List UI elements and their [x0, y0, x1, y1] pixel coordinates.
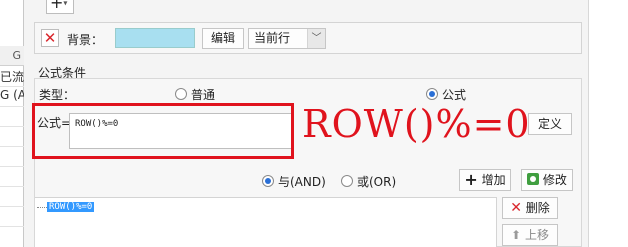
move-up-button[interactable]: ⬆ 上移 [502, 224, 558, 246]
add-condition-button[interactable]: + 增加 [459, 169, 511, 191]
condition-list[interactable]: ROW()%=0 [35, 197, 497, 247]
highlight-annotation-box [32, 103, 294, 159]
modify-label: 修改 [542, 173, 567, 187]
background-attribute-row: ✕ 背景： 编辑 当前行 ﹀ [34, 22, 582, 54]
scope-select[interactable]: 当前行 ﹀ [248, 28, 326, 49]
dropdown-arrow-icon: ▾ [63, 0, 68, 8]
grid-line [0, 146, 24, 147]
grid-line [0, 206, 24, 207]
condition-attribute-dialog: +▾ ✕ 背景： 编辑 当前行 ﹀ 公式条件 类型： 普通 公式 公式= ROW… [24, 0, 588, 247]
define-button[interactable]: 定义 [528, 113, 572, 135]
edit-button[interactable]: 编辑 [202, 28, 244, 49]
cell-text: G (A [0, 88, 24, 102]
remove-attribute-icon[interactable]: ✕ [41, 29, 59, 47]
column-header: G [0, 46, 24, 66]
type-formula-radio[interactable] [426, 88, 438, 100]
and-radio[interactable] [262, 175, 274, 187]
or-label: 或(OR) [357, 175, 397, 189]
add-attribute-button[interactable]: +▾ [46, 0, 74, 14]
cell-text: 已流 [0, 70, 24, 84]
grid-line [0, 166, 24, 167]
type-normal-radio[interactable] [175, 88, 187, 100]
and-label: 与(AND) [278, 175, 326, 189]
modify-condition-button[interactable]: 修改 [521, 169, 573, 191]
spreadsheet-background-left: G 已流 G (A [0, 0, 24, 247]
arrow-up-icon: ⬆ [511, 228, 522, 242]
move-up-label: 上移 [524, 228, 549, 242]
formula-condition-panel: 类型： 普通 公式 公式= ROW()%=0 ROW()%=0 定义 与(AND… [32, 78, 582, 247]
modify-icon [527, 173, 540, 185]
type-label: 类型： [39, 88, 76, 102]
type-formula-label: 公式 [442, 88, 467, 102]
chevron-down-icon: ﹀ [307, 29, 325, 48]
spreadsheet-background-right [588, 0, 628, 247]
add-label: 增加 [481, 173, 506, 187]
grid-line [0, 186, 24, 187]
grid-line [0, 106, 24, 107]
list-item[interactable]: ROW()%=0 [47, 202, 95, 212]
delete-condition-button[interactable]: ✕ 删除 [502, 197, 558, 219]
or-radio[interactable] [341, 175, 353, 187]
plus-icon: + [50, 0, 64, 12]
delete-label: 删除 [525, 201, 550, 215]
delete-icon: ✕ [510, 200, 522, 216]
grid-line [0, 226, 24, 227]
formula-annotation-text: ROW()%=0 [302, 102, 531, 146]
grid-line [0, 126, 24, 127]
background-color-swatch[interactable] [115, 28, 195, 48]
type-normal-label: 普通 [191, 88, 216, 102]
scope-value: 当前行 [254, 31, 291, 45]
plus-icon: + [464, 170, 478, 189]
background-label: 背景： [67, 33, 104, 47]
grid-line [0, 86, 24, 87]
tree-connector-line [37, 207, 47, 208]
